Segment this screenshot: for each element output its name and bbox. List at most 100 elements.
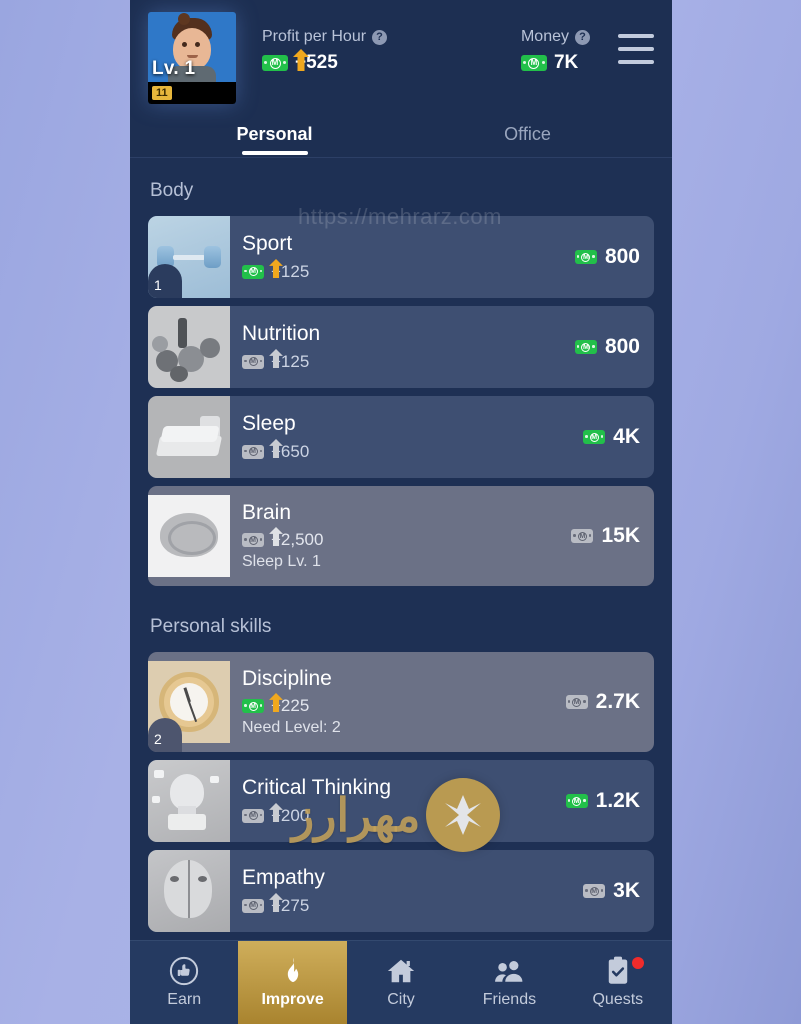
upgrade-row-sport[interactable]: 1 Sport M +125 M 800 <box>148 216 654 298</box>
money-bill-icon: M <box>242 699 264 714</box>
money-bill-up-icon: M <box>242 348 283 369</box>
upgrade-info: Sleep M +650 <box>230 396 575 478</box>
nav-label-improve: Improve <box>261 991 324 1008</box>
nav-item-quests[interactable]: Quests <box>564 941 672 1024</box>
money-bill-icon: M <box>583 884 606 898</box>
money-bill-icon: M <box>242 444 264 459</box>
money-bill-icon: M <box>574 340 597 354</box>
upgrade-price: M 1.2K <box>558 789 654 813</box>
upgrade-thumbnail <box>148 760 230 842</box>
profit-label-row: Profit per Hour ? <box>262 28 388 46</box>
upgrade-price: M 800 <box>567 245 654 269</box>
flame-icon <box>278 956 308 986</box>
money-value: 7K <box>553 52 579 73</box>
tab-personal[interactable]: Personal <box>148 116 401 157</box>
section-title-body: Body <box>150 180 194 201</box>
thumbs-up-icon <box>169 956 199 986</box>
money-stat: Money ? M 7K <box>520 28 596 74</box>
money-bill-up-icon: M <box>242 258 283 279</box>
upgrade-thumbnail <box>148 306 230 388</box>
upgrade-price-value: 4K <box>613 425 640 448</box>
upgrade-thumbnail <box>148 396 230 478</box>
question-mark-icon[interactable]: ? <box>372 29 388 45</box>
people-icon <box>494 956 524 986</box>
upgrade-name: Sleep <box>242 412 296 436</box>
upgrade-name: Nutrition <box>242 322 321 346</box>
upgrade-name: Empathy <box>242 866 325 890</box>
money-bill-icon: M <box>242 354 264 369</box>
upgrade-profit: M +125 <box>242 258 557 282</box>
upgrade-name: Sport <box>242 232 293 256</box>
upgrade-thumbnail: 1 <box>148 216 230 298</box>
money-bill-icon: M <box>565 794 588 808</box>
money-bill-icon: M <box>565 695 588 709</box>
money-bill-icon: M <box>242 808 264 823</box>
upgrade-info: Sport M +125 <box>230 216 567 298</box>
upgrade-info: Discipline M +225 Need Level: 2 <box>230 652 558 752</box>
upgrade-price-value: 1.2K <box>595 789 640 812</box>
avatar-bottom-bar: 11 <box>148 82 236 104</box>
avatar-badge: 11 <box>152 85 172 101</box>
upgrade-price-value: 800 <box>604 245 640 268</box>
nav-item-friends[interactable]: Friends <box>455 941 563 1024</box>
clipboard-check-icon <box>603 956 633 986</box>
upgrade-info: Critical Thinking M +200 <box>230 760 558 842</box>
avatar[interactable]: Lv. 1 11 <box>148 12 236 104</box>
money-bill-icon: M <box>583 430 606 444</box>
nav-item-earn[interactable]: Earn <box>130 941 238 1024</box>
upgrade-row-sleep[interactable]: Sleep M +650 M 4K <box>148 396 654 478</box>
upgrade-info: Brain M +2,500 Sleep Lv. 1 <box>230 486 563 586</box>
upgrade-profit: M +275 <box>242 892 565 916</box>
money-bill-icon: M <box>242 898 264 913</box>
upgrade-price: M 2.7K <box>558 690 654 714</box>
upgrade-thumbnail <box>148 486 230 586</box>
upgrade-info: Empathy M +275 <box>230 850 575 932</box>
upgrade-list[interactable]: https://mehrarz.com مهرارز Body 1 Sport <box>130 158 672 940</box>
nav-label-quests: Quests <box>592 991 644 1008</box>
section-title-personal-skills: Personal skills <box>150 616 272 637</box>
upgrade-row-critical-thinking[interactable]: Critical Thinking M +200 M 1.2K <box>148 760 654 842</box>
upgrade-profit: M +125 <box>242 348 557 372</box>
upgrade-price: M 15K <box>563 524 654 548</box>
nav-item-city[interactable]: City <box>347 941 455 1024</box>
money-bill-icon: M <box>242 533 264 548</box>
upgrade-price-value: 800 <box>604 335 640 358</box>
upgrade-price-value: 2.7K <box>595 690 640 713</box>
upgrade-price-value: 3K <box>613 879 640 902</box>
money-label-row: Money ? <box>521 28 590 46</box>
upgrade-price-value: 15K <box>601 524 640 547</box>
question-mark-icon[interactable]: ? <box>575 29 590 45</box>
upgrade-profit: M +200 <box>242 802 548 826</box>
upgrade-price: M 800 <box>567 335 654 359</box>
hamburger-menu-icon[interactable] <box>618 34 654 64</box>
upgrade-row-brain[interactable]: Brain M +2,500 Sleep Lv. 1 M 15K <box>148 486 654 586</box>
upgrade-row-empathy[interactable]: Empathy M +275 M 3K <box>148 850 654 932</box>
money-bill-icon: M <box>262 55 288 71</box>
upgrade-row-nutrition[interactable]: Nutrition M +125 M 800 <box>148 306 654 388</box>
tab-office[interactable]: Office <box>401 116 654 157</box>
upgrade-info: Nutrition M +125 <box>230 306 567 388</box>
money-bill-icon: M <box>242 264 264 279</box>
upgrade-profit: M +225 <box>242 693 548 716</box>
upgrade-requirement: Sleep Lv. 1 <box>242 553 321 571</box>
upgrade-name: Discipline <box>242 666 332 690</box>
upgrade-row-discipline[interactable]: 2 Discipline M +225 Need Level: 2 M 2.7K <box>148 652 654 752</box>
money-bill-up-icon: M <box>242 438 283 459</box>
money-bill-icon: M <box>574 250 597 264</box>
money-bill-up-icon: M <box>242 527 283 548</box>
upgrade-name: Critical Thinking <box>242 776 391 800</box>
avatar-level-text: Lv. 1 <box>152 58 196 79</box>
money-value-row: M 7K <box>520 52 590 74</box>
upgrade-requirement: Need Level: 2 <box>242 719 341 737</box>
upgrade-profit: M +650 <box>242 438 565 462</box>
upgrade-thumbnail: 2 <box>148 652 230 752</box>
upgrade-profit: M +2,500 <box>242 527 553 550</box>
upgrade-price: M 3K <box>575 879 654 903</box>
upgrade-level-badge: 1 <box>148 264 182 298</box>
money-bill-up-icon: M <box>242 892 283 913</box>
money-bill-up-icon: M <box>262 49 309 71</box>
quests-notification-dot <box>632 957 645 969</box>
upgrade-thumbnail <box>148 850 230 932</box>
app-window: Lv. 1 11 Profit per Hour ? M +525 Money … <box>130 0 672 1024</box>
nav-item-improve[interactable]: Improve <box>238 941 347 1024</box>
